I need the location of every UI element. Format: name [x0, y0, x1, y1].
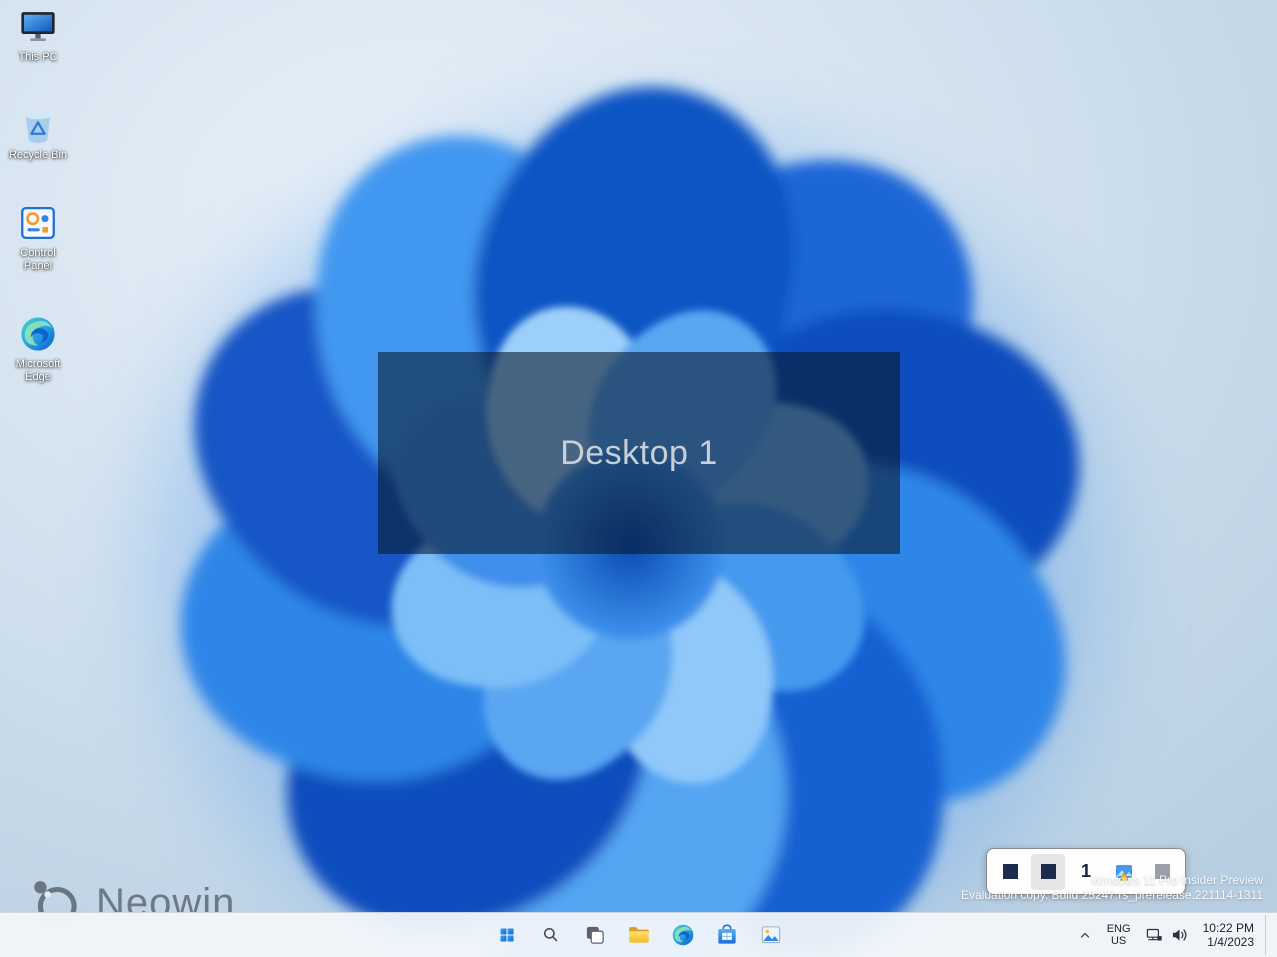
desktop-name-overlay: Desktop 1: [378, 352, 900, 554]
store-button[interactable]: [707, 915, 747, 955]
desktop-icon-recycle-bin[interactable]: Recycle Bin: [2, 104, 74, 162]
photos-icon: [761, 926, 780, 944]
taskbar: ENG US 10:22 PM 1/4/2023: [0, 912, 1277, 957]
clock[interactable]: 10:22 PM 1/4/2023: [1197, 915, 1260, 955]
recycle-bin-icon: [17, 104, 59, 146]
network-icon: [1146, 928, 1162, 941]
language-line-1: ENG: [1106, 923, 1131, 935]
store-icon: [717, 924, 736, 944]
desktop-icon-control-panel[interactable]: Control Panel: [2, 202, 74, 273]
desktop-icon-label: This PC: [18, 51, 58, 63]
task-view-icon: [586, 926, 604, 944]
volume-icon: [1173, 929, 1187, 941]
desktop-icon-list: This PC Recycle Bin Control Panel Micros…: [2, 6, 74, 384]
desktop-name-label: Desktop 1: [560, 433, 718, 472]
this-pc-icon: [17, 6, 59, 48]
clock-date: 1/4/2023: [1207, 935, 1254, 949]
chevron-up-icon: [1080, 932, 1089, 938]
desktop-icon-microsoft-edge[interactable]: Microsoft Edge: [2, 313, 74, 384]
photos-button[interactable]: [751, 915, 791, 955]
clock-time: 10:22 PM: [1202, 921, 1254, 935]
desktop-icon-this-pc[interactable]: This PC: [2, 6, 74, 64]
windows-watermark: Windows 11 Pro Insider Preview Evaluatio…: [961, 873, 1263, 903]
watermark-line-2: Evaluation copy. Build 25247.rs_prerelea…: [961, 888, 1263, 902]
taskbar-tray: ENG US 10:22 PM 1/4/2023: [1071, 913, 1271, 957]
show-desktop-button[interactable]: [1265, 915, 1271, 955]
watermark-line-1: Windows 11 Pro Insider Preview: [1091, 873, 1263, 887]
tray-chevron-button[interactable]: [1071, 915, 1099, 955]
windows-logo-icon: [500, 928, 513, 942]
edge-icon: [672, 924, 693, 946]
desktop[interactable]: This PC Recycle Bin Control Panel Micros…: [0, 0, 1277, 957]
search-button[interactable]: [531, 915, 571, 955]
desktop-icon-label: Recycle Bin: [8, 149, 68, 161]
task-view-button[interactable]: [575, 915, 615, 955]
file-explorer-button[interactable]: [619, 915, 659, 955]
desktop-icon-label: Control Panel: [20, 247, 56, 272]
search-icon: [543, 928, 557, 942]
file-explorer-icon: [628, 927, 649, 943]
start-button[interactable]: [487, 915, 527, 955]
language-switcher[interactable]: ENG US: [1101, 915, 1137, 955]
edge-taskbar-button[interactable]: [663, 915, 703, 955]
tray-system-icons[interactable]: [1139, 915, 1195, 955]
edge-icon: [17, 313, 59, 355]
desktop-icon-label: Microsoft Edge: [15, 358, 61, 383]
language-line-2: US: [1110, 935, 1127, 947]
control-panel-icon: [17, 202, 59, 244]
